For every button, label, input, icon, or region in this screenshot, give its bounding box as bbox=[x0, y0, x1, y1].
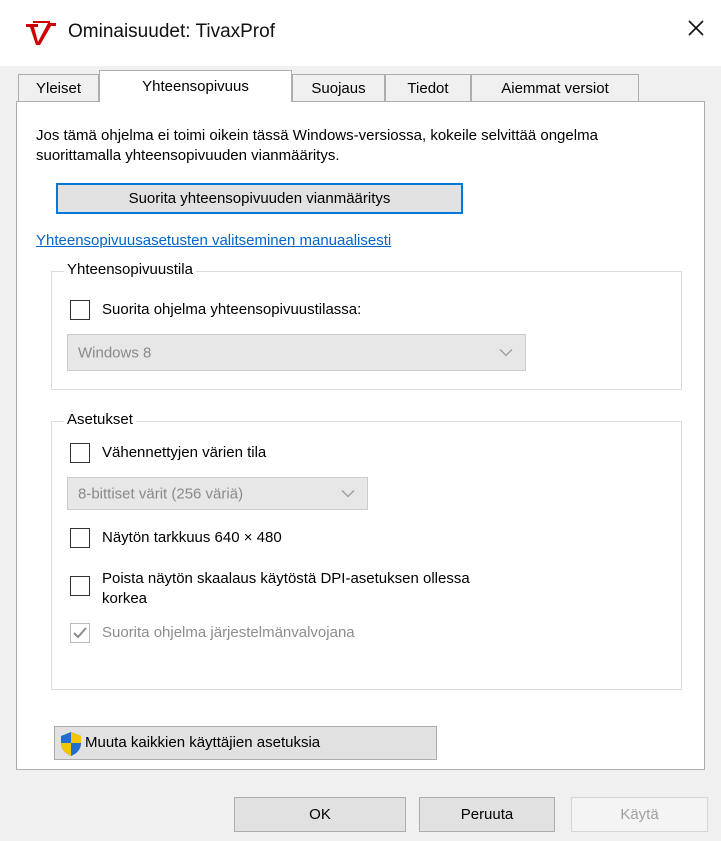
compat-mode-legend: Yhteensopivuustila bbox=[64, 261, 196, 278]
tab-compatibility[interactable]: Yhteensopivuus bbox=[99, 70, 292, 102]
run-as-admin-label: Suorita ohjelma järjestelmänvalvojana bbox=[102, 624, 355, 641]
resolution-checkbox[interactable] bbox=[70, 528, 90, 548]
tab-security[interactable]: Suojaus bbox=[292, 74, 385, 101]
chevron-down-icon bbox=[341, 489, 355, 497]
window-title: Ominaisuudet: TivaxProf bbox=[68, 21, 275, 42]
reduced-color-checkbox[interactable] bbox=[70, 443, 90, 463]
change-all-users-label: Muuta kaikkien käyttäjien asetuksia bbox=[85, 734, 321, 751]
title-bar: Ominaisuudet: TivaxProf bbox=[0, 0, 721, 66]
app-logo-icon bbox=[26, 21, 56, 45]
troubleshoot-button[interactable]: Suorita yhteensopivuuden vianmääritys bbox=[56, 183, 463, 214]
tab-general[interactable]: Yleiset bbox=[18, 74, 99, 101]
cancel-button[interactable]: Peruuta bbox=[419, 797, 555, 832]
run-as-admin-checkbox[interactable] bbox=[70, 623, 90, 643]
dpi-scaling-label-line1: Poista näytön skaalaus käytöstä DPI-aset… bbox=[102, 570, 470, 587]
intro-text: Jos tämä ohjelma ei toimi oikein tässä W… bbox=[36, 127, 598, 164]
os-version-value: Windows 8 bbox=[78, 344, 152, 361]
reduced-color-label: Vähennettyjen värien tila bbox=[102, 444, 267, 461]
dpi-scaling-label-line2: korkea bbox=[102, 590, 148, 607]
tab-previous-versions[interactable]: Aiemmat versiot bbox=[471, 74, 639, 101]
uac-shield-icon bbox=[61, 732, 81, 756]
manual-settings-link[interactable]: Yhteensopivuusasetusten valitseminen man… bbox=[36, 232, 391, 249]
checkmark-icon bbox=[73, 627, 87, 639]
color-depth-select[interactable]: 8-bittiset värit (256 väriä) bbox=[67, 477, 368, 510]
tab-details[interactable]: Tiedot bbox=[385, 74, 471, 101]
color-depth-value: 8-bittiset värit (256 väriä) bbox=[78, 485, 244, 502]
close-icon[interactable] bbox=[680, 12, 712, 44]
compat-mode-checkbox[interactable] bbox=[70, 300, 90, 320]
settings-legend: Asetukset bbox=[64, 411, 136, 428]
compat-mode-group bbox=[51, 271, 682, 390]
compat-mode-label: Suorita ohjelma yhteensopivuustilassa: bbox=[102, 301, 362, 318]
ok-button[interactable]: OK bbox=[234, 797, 406, 832]
dpi-scaling-checkbox[interactable] bbox=[70, 576, 90, 596]
apply-button[interactable]: Käytä bbox=[571, 797, 708, 832]
resolution-label: Näytön tarkkuus 640 × 480 bbox=[102, 529, 282, 546]
chevron-down-icon bbox=[499, 348, 513, 356]
change-all-users-button[interactable]: Muuta kaikkien käyttäjien asetuksia bbox=[54, 726, 437, 760]
os-version-select[interactable]: Windows 8 bbox=[67, 334, 526, 371]
